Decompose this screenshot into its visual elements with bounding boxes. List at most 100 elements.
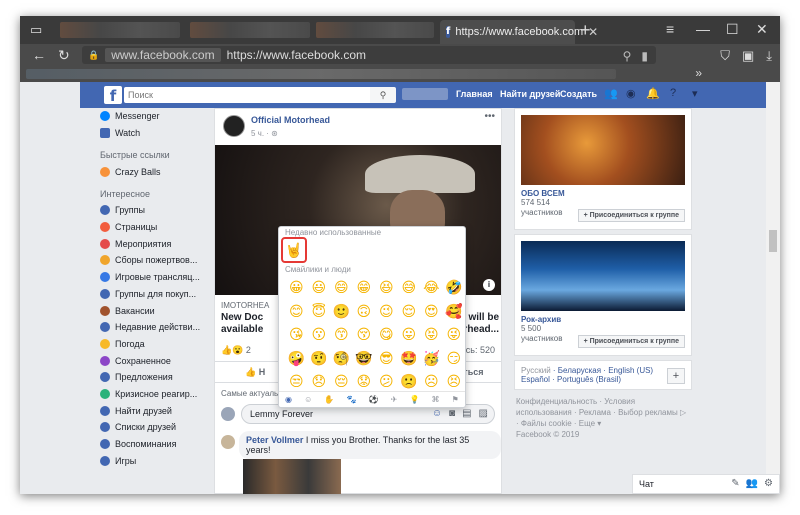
sidebar-item[interactable]: Предложения — [100, 369, 220, 386]
emoji[interactable]: 😙 — [330, 324, 353, 348]
search-icon[interactable]: ⚲ — [370, 87, 396, 103]
emoji[interactable]: 😅 — [398, 277, 421, 301]
category-objects-icon[interactable]: 💡 — [409, 395, 419, 404]
nav-home[interactable]: Главная — [456, 89, 493, 99]
tabs-icon[interactable]: ▭ — [30, 22, 42, 38]
post-time[interactable]: 5 ч. · ⊛ — [251, 129, 278, 138]
chat-bar[interactable]: Чат ✎ 👥 ⚙ — [632, 474, 780, 494]
sidebar-item[interactable]: Сохраненное — [100, 352, 220, 369]
like-button[interactable]: 👍 Н — [245, 367, 265, 378]
bookmarks-more-icon[interactable]: » — [695, 66, 702, 80]
emoji[interactable]: 😇 — [308, 301, 331, 325]
post-more-icon[interactable]: ••• — [484, 111, 495, 122]
comment-author[interactable]: Peter Vollmer — [246, 435, 303, 445]
group-cover-image[interactable] — [521, 115, 685, 185]
emoji[interactable]: 😄 — [330, 277, 353, 301]
sidebar-item[interactable]: Кризисное реагир... — [100, 386, 220, 403]
page-name[interactable]: Official Motorhead — [251, 115, 330, 125]
lang-option[interactable]: Español — [521, 375, 550, 384]
minimize-icon[interactable]: — — [696, 21, 710, 37]
emoji[interactable]: 😚 — [353, 324, 376, 348]
sidebar-item[interactable]: Мероприятия — [100, 235, 220, 252]
search-input[interactable]: Поиск — [124, 87, 370, 103]
url-input[interactable]: 🔒 www.facebook.com https://www.facebook.… — [82, 46, 656, 64]
emoji[interactable]: 🤨 — [308, 348, 331, 372]
menu-icon[interactable]: ≡ — [666, 21, 674, 37]
group-cover-image[interactable] — [521, 241, 685, 311]
group-chat-icon[interactable]: 👥 — [746, 478, 758, 489]
emoji[interactable]: 😃 — [308, 277, 331, 301]
sidebar-item[interactable]: Сборы пожертвов... — [100, 252, 220, 269]
notifications-icon[interactable]: 🔔 — [646, 87, 660, 100]
recent-emoji-rock[interactable]: 🤘 — [281, 237, 307, 263]
join-group-button[interactable]: + Присоединиться к группе — [577, 209, 685, 222]
gif-icon[interactable]: ▤ — [462, 408, 471, 419]
sidebar-item[interactable]: Игры — [100, 452, 220, 469]
shield-icon[interactable]: ⛉ — [720, 48, 730, 64]
sidebar-item[interactable]: Недавние действи... — [100, 319, 220, 336]
group-name[interactable]: Рок-архив — [521, 315, 685, 324]
friends-icon[interactable]: 👥 — [604, 87, 618, 100]
category-smileys-icon[interactable]: ☺ — [304, 395, 312, 404]
emoji[interactable]: 🙃 — [353, 301, 376, 325]
emoji[interactable]: 🙂 — [330, 301, 353, 325]
blurred-tab[interactable] — [190, 22, 310, 38]
sidebar-item[interactable]: Группы — [100, 202, 220, 219]
chevron-down-icon[interactable]: ▾ — [692, 87, 698, 100]
messenger-icon[interactable]: ◉ — [626, 87, 636, 100]
sticker-icon[interactable]: ▨ — [479, 408, 488, 419]
lang-option[interactable]: Português (Brasil) — [557, 375, 621, 384]
emoji[interactable]: 😎 — [375, 348, 398, 372]
emoji[interactable]: 😉 — [375, 301, 398, 325]
download-icon[interactable]: ⤓ — [766, 48, 772, 64]
camera-icon[interactable]: ◙ — [449, 408, 455, 419]
emoji[interactable]: 😍 — [420, 301, 443, 325]
emoji[interactable]: 😝 — [420, 324, 443, 348]
category-flags-icon[interactable]: ⚑ — [452, 395, 459, 404]
emoji[interactable]: 🤩 — [398, 348, 421, 372]
emoji[interactable]: 🤪 — [285, 348, 308, 372]
emoji-icon[interactable]: ☺ — [432, 408, 442, 419]
emoji[interactable]: 😌 — [398, 301, 421, 325]
close-window-icon[interactable]: ✕ — [756, 21, 768, 38]
footer-links[interactable]: Конфиденциальность · Условия использован… — [514, 396, 692, 440]
emoji[interactable]: 😊 — [285, 301, 308, 325]
emoji[interactable]: 🤓 — [353, 348, 376, 372]
scroll-thumb[interactable] — [769, 230, 777, 252]
emoji[interactable]: 😋 — [375, 324, 398, 348]
join-group-button[interactable]: + Присоединиться к группе — [577, 335, 685, 348]
lang-option[interactable]: English (US) — [608, 366, 653, 375]
comments-filter[interactable]: Самые актуаль — [221, 389, 278, 398]
sidebar-item[interactable]: Группы для покуп... — [100, 286, 220, 303]
blurred-tab[interactable] — [60, 22, 180, 38]
emoji[interactable]: 🧐 — [330, 348, 353, 372]
emoji[interactable]: 😜 — [443, 324, 466, 348]
commenter-avatar[interactable] — [221, 435, 235, 449]
emoji[interactable]: 😘 — [285, 324, 308, 348]
help-icon[interactable]: ? — [670, 87, 676, 99]
sidebar-item-messenger[interactable]: Messenger — [100, 108, 220, 125]
emoji[interactable]: 😀 — [285, 277, 308, 301]
back-arrow-icon[interactable]: ← — [32, 47, 46, 63]
reload-icon[interactable]: ↻ — [58, 47, 70, 64]
reactions-count[interactable]: 👍😮 2 — [221, 345, 251, 356]
more-languages-button[interactable]: + — [667, 368, 685, 384]
emoji[interactable]: 🥳 — [420, 348, 443, 372]
profile-link[interactable] — [402, 88, 448, 100]
bookmark-icon[interactable]: ▮ — [641, 49, 648, 63]
category-symbols-icon[interactable]: ⌘ — [432, 395, 440, 404]
sidebar-item[interactable]: Воспоминания — [100, 436, 220, 453]
new-message-icon[interactable]: ✎ — [731, 478, 739, 489]
emoji[interactable]: 🥰 — [443, 301, 466, 325]
nav-find-friends[interactable]: Найти друзей — [500, 89, 560, 99]
blurred-bookmarks[interactable] — [26, 69, 616, 79]
emoji[interactable]: 🤣 — [443, 277, 466, 301]
category-animals-icon[interactable]: 🐾 — [347, 395, 357, 404]
category-people-icon[interactable]: ✋ — [324, 395, 334, 404]
comment-image[interactable] — [243, 459, 341, 494]
sidebar-item[interactable]: Найти друзей — [100, 402, 220, 419]
emoji[interactable]: 😆 — [375, 277, 398, 301]
group-name[interactable]: ОБО ВСЕМ — [521, 189, 685, 198]
facebook-logo[interactable]: f — [104, 86, 122, 105]
sidebar-item-crazy-balls[interactable]: Crazy Balls — [100, 163, 220, 180]
